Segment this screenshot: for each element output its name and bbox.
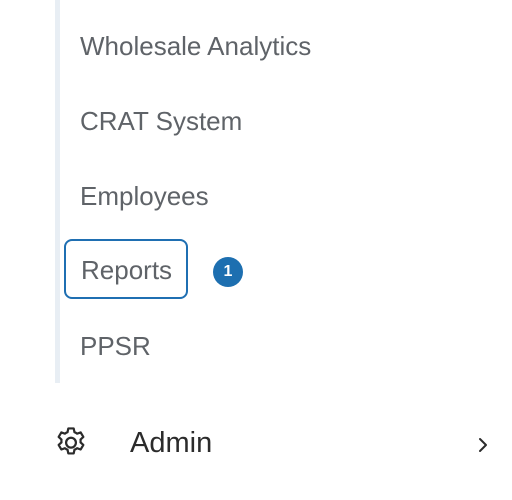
submenu-rail xyxy=(55,0,60,383)
submenu-item-wholesale-analytics[interactable]: Wholesale Analytics xyxy=(80,31,311,61)
admin-label: Admin xyxy=(130,427,213,459)
notification-badge: 1 xyxy=(213,257,243,287)
chevron-right-icon xyxy=(479,438,487,452)
sidebar-item-admin[interactable]: Admin xyxy=(0,410,512,476)
submenu-item-reports[interactable]: Reports xyxy=(64,239,188,299)
submenu-item-employees[interactable]: Employees xyxy=(80,181,209,211)
gear-icon xyxy=(57,427,85,455)
submenu-item-ppsr[interactable]: PPSR xyxy=(80,331,151,361)
submenu-item-label: Reports xyxy=(81,255,173,285)
submenu-item-crat-system[interactable]: CRAT System xyxy=(80,106,242,136)
